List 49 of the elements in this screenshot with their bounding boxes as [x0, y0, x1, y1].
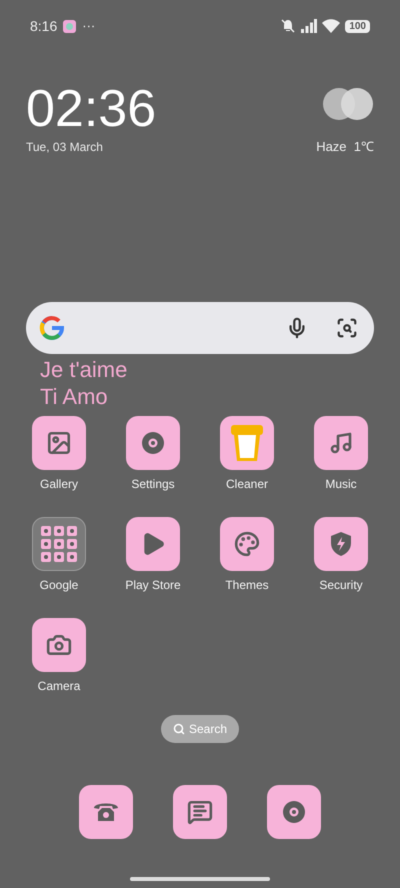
google-logo-icon	[38, 314, 66, 342]
folder-icon	[39, 524, 79, 564]
dock-app-button[interactable]	[267, 785, 321, 839]
disc-icon	[140, 430, 166, 456]
app-icon-button[interactable]	[126, 517, 180, 571]
app-label: Play Store	[125, 577, 181, 594]
search-bar[interactable]	[26, 302, 374, 354]
lens-icon[interactable]	[336, 317, 358, 339]
app-label: Gallery	[40, 476, 78, 493]
search-icon	[172, 723, 185, 735]
app-icon-button[interactable]	[32, 618, 86, 672]
app-label: Settings	[131, 476, 175, 493]
app-notification-icon	[63, 20, 76, 32]
app-icon-button[interactable]	[220, 517, 274, 571]
app-icon-button[interactable]	[32, 416, 86, 470]
message-icon	[187, 799, 213, 825]
app-label: Themes	[225, 577, 269, 594]
widget-text: Je t'aime	[40, 356, 128, 383]
app-icon-button[interactable]	[314, 416, 368, 470]
app-label: Google	[40, 577, 78, 594]
clock-date: Tue, 03 March	[26, 139, 104, 156]
dock-app-button[interactable]	[79, 785, 133, 839]
battery-indicator: 100	[345, 20, 370, 32]
dock-app-button[interactable]	[173, 785, 227, 839]
music-icon	[329, 431, 353, 455]
app-icon-button[interactable]	[126, 416, 180, 470]
image-icon	[46, 430, 72, 456]
app-label: Security	[319, 577, 363, 594]
search-pill[interactable]: Search	[160, 715, 240, 743]
signal-icon	[301, 19, 318, 33]
app-icon-button[interactable]	[314, 517, 368, 571]
wifi-icon	[322, 19, 340, 33]
status-time: 8:16	[30, 16, 58, 36]
app-icon-button[interactable]	[220, 416, 274, 470]
palette-icon	[234, 531, 260, 557]
disc-icon	[281, 799, 307, 825]
camera-icon	[46, 632, 72, 658]
app-label: Camera	[38, 678, 80, 695]
app-label: Cleaner	[226, 476, 268, 493]
mute-icon	[280, 18, 296, 34]
shield-icon	[329, 531, 353, 557]
folder-button[interactable]	[32, 517, 86, 571]
haze-icon	[322, 86, 374, 120]
app-label: Music	[325, 476, 357, 493]
weather-text: Haze 1℃	[316, 138, 374, 156]
more-notifications: ···	[82, 17, 96, 36]
clock-time: 02:36	[26, 82, 156, 136]
widget-text: Ti Amo	[40, 383, 109, 410]
bin-icon	[230, 423, 264, 463]
